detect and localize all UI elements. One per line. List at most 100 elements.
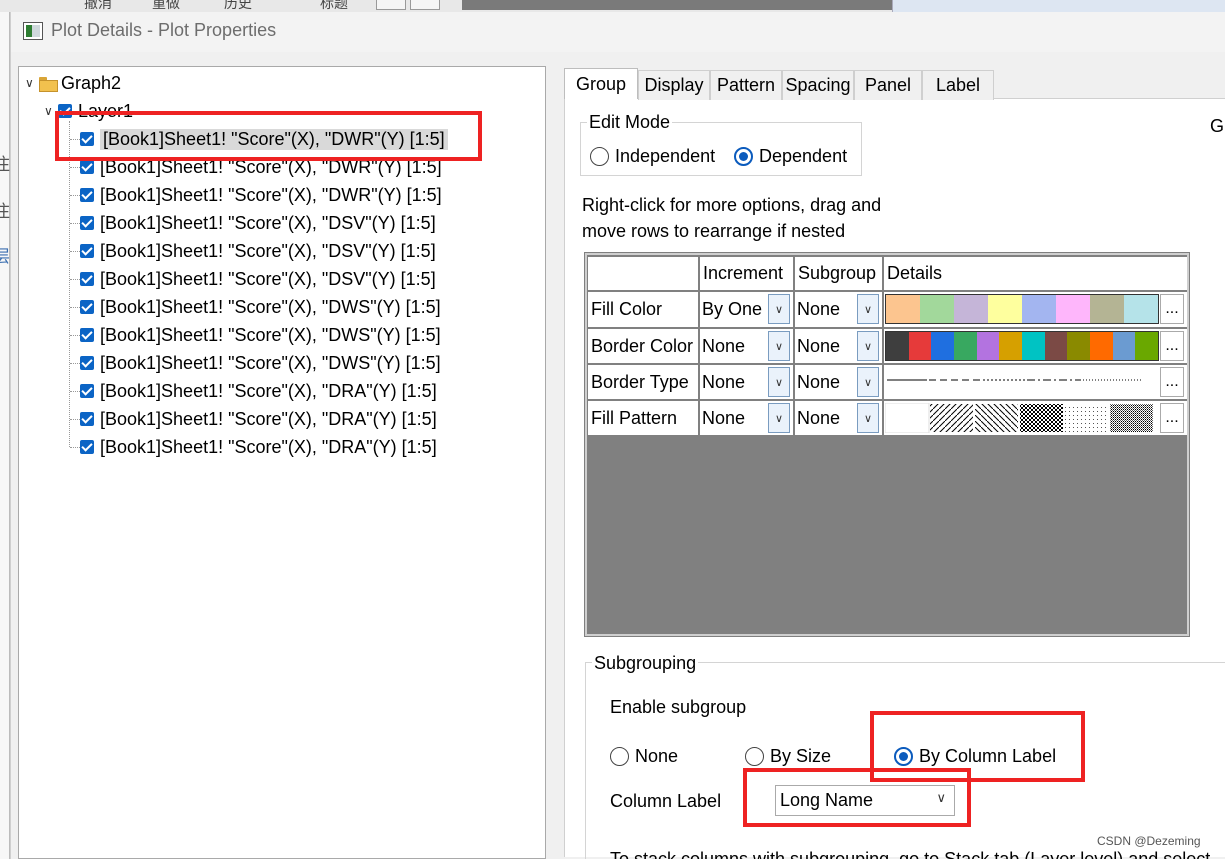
cut-off-label: Gr [1210,116,1225,136]
checkbox-checked-icon[interactable] [80,300,94,314]
tree-node-plot[interactable]: [Book1]Sheet1! "Score"(X), "DWS"(Y) [1:5… [80,350,441,376]
dropdown-chevron-icon[interactable]: ∨ [857,403,879,433]
bg-menu-history: 历史 [224,0,252,11]
subgroup-border-type[interactable]: None ∨ [795,365,882,399]
tab-panel[interactable]: Panel [854,70,922,100]
bg-toolbar-button [376,0,406,10]
radio-label: Independent [615,146,716,166]
radio-unselected-icon[interactable] [745,747,764,766]
radio-subgroup-by-size[interactable]: By Size [745,746,831,767]
grid-header-corner [588,257,698,290]
checkbox-checked-icon[interactable] [80,384,94,398]
checkbox-checked-icon[interactable] [80,412,94,426]
grid-header-subgroup: Subgroup [795,257,882,290]
color-swatch [1022,295,1056,323]
color-swatch [908,332,932,360]
tab-group[interactable]: Group [564,68,638,99]
bg-menu-title: 标题 [320,0,348,11]
tree-node-label: [Book1]Sheet1! "Score"(X), "DRA"(Y) [1:5… [100,408,437,429]
increment-fill-pattern[interactable]: None ∨ [700,401,793,435]
line-style-preview-icon [887,379,1141,381]
increment-border-type[interactable]: None ∨ [700,365,793,399]
tree-node-plot[interactable]: [Book1]Sheet1! "Score"(X), "DWS"(Y) [1:5… [80,294,441,320]
details-fill-color[interactable]: ... [884,292,1187,327]
color-swatch [1056,295,1090,323]
radio-dependent[interactable]: Dependent [734,146,847,167]
tree-node-label: [Book1]Sheet1! "Score"(X), "DRA"(Y) [1:5… [100,380,437,401]
checkbox-checked-icon[interactable] [80,440,94,454]
radio-subgroup-none[interactable]: None [610,746,678,767]
tree-node-plot[interactable]: [Book1]Sheet1! "Score"(X), "DSV"(Y) [1:5… [80,238,436,264]
row-label-fill-pattern: Fill Pattern [588,401,698,435]
subgrouping-label: Subgrouping [592,653,699,674]
cell-value: By One [702,299,763,319]
tree-node-plot[interactable]: [Book1]Sheet1! "Score"(X), "DRA"(Y) [1:5… [80,378,437,404]
radio-independent[interactable]: Independent [590,146,715,167]
ellipsis-button[interactable]: ... [1160,294,1184,324]
tree-node-plot[interactable]: [Book1]Sheet1! "Score"(X), "DSV"(Y) [1:5… [80,210,436,236]
ellipsis-button[interactable]: ... [1160,403,1184,433]
checkbox-checked-icon[interactable] [80,216,94,230]
tree-node-graph[interactable]: ∨ Graph2 [25,70,121,96]
radio-unselected-icon[interactable] [610,747,629,766]
tab-spacing[interactable]: Spacing [782,70,854,100]
color-swatch [1090,332,1113,360]
plot-tree-panel[interactable]: ∨ Graph2 ∨ Layer1 [Book1]Sheet1! "Score"… [18,66,546,859]
tab-pattern[interactable]: Pattern [710,70,782,100]
tree-node-label: [Book1]Sheet1! "Score"(X), "DSV"(Y) [1:5… [100,212,436,233]
edit-mode-label: Edit Mode [587,112,673,133]
tree-node-plot[interactable]: [Book1]Sheet1! "Score"(X), "DWS"(Y) [1:5… [80,322,441,348]
radio-label: None [635,746,679,766]
subgroup-fill-color[interactable]: None ∨ [795,292,882,327]
subgroup-fill-pattern[interactable]: None ∨ [795,401,882,435]
bg-pointer-button [410,0,440,10]
radio-label: By Size [770,746,832,766]
tab-display[interactable]: Display [638,70,710,100]
cell-value: None [797,335,841,356]
dropdown-chevron-icon[interactable]: ∨ [768,367,790,397]
dropdown-chevron-icon[interactable]: ∨ [768,403,790,433]
checkbox-checked-icon[interactable] [80,328,94,342]
dropdown-chevron-icon[interactable]: ∨ [768,294,790,324]
color-swatch [999,332,1023,360]
group-settings-grid[interactable]: Increment Subgroup Details Fill Color By… [584,252,1190,637]
tree-node-plot[interactable]: [Book1]Sheet1! "Score"(X), "DSV"(Y) [1:5… [80,266,436,292]
tree-node-plot[interactable]: [Book1]Sheet1! "Score"(X), "DWR"(Y) [1:5… [80,182,442,208]
tree-node-label: [Book1]Sheet1! "Score"(X), "DWS"(Y) [1:5… [100,352,441,373]
details-border-type[interactable]: ... [884,365,1187,399]
radio-selected-icon[interactable] [734,147,753,166]
details-border-color[interactable]: ... [884,329,1187,363]
background-toolbar-strip: 撤消 重做 历史 标题 [0,0,1225,12]
dropdown-chevron-icon[interactable]: ∨ [768,331,790,361]
tree-node-label: [Book1]Sheet1! "Score"(X), "DWS"(Y) [1:5… [100,296,441,317]
fill-color-swatches [885,294,1159,324]
checkbox-checked-icon[interactable] [80,244,94,258]
ellipsis-button[interactable]: ... [1160,367,1184,397]
dropdown-chevron-icon[interactable]: ∨ [857,294,879,324]
checkbox-checked-icon[interactable] [80,160,94,174]
bg-menu-redo: 重做 [152,0,180,11]
increment-fill-color[interactable]: By One ∨ [700,292,793,327]
tree-node-label: [Book1]Sheet1! "Score"(X), "DSV"(Y) [1:5… [100,240,436,261]
ellipsis-button[interactable]: ... [1160,331,1184,361]
tab-label[interactable]: Label [922,70,994,100]
collapse-chevron-icon[interactable]: ∨ [25,76,39,90]
title-bar[interactable]: Plot Details - Plot Properties [11,12,1225,52]
subgroup-border-color[interactable]: None ∨ [795,329,882,363]
details-fill-pattern[interactable]: ... [884,401,1187,435]
tree-node-plot[interactable]: [Book1]Sheet1! "Score"(X), "DRA"(Y) [1:5… [80,434,437,460]
bg-side-glyph: 层 [0,247,10,266]
radio-unselected-icon[interactable] [590,147,609,166]
tree-node-plot[interactable]: [Book1]Sheet1! "Score"(X), "DRA"(Y) [1:5… [80,406,437,432]
dropdown-chevron-icon[interactable]: ∨ [857,331,879,361]
bg-side-glyph: 注 [0,155,10,174]
annotation-highlight-box [55,111,482,161]
row-label-border-type: Border Type [588,365,698,399]
checkbox-checked-icon[interactable] [80,272,94,286]
color-swatch [886,332,909,360]
increment-border-color[interactable]: None ∨ [700,329,793,363]
checkbox-checked-icon[interactable] [80,188,94,202]
dropdown-chevron-icon[interactable]: ∨ [857,367,879,397]
checkbox-checked-icon[interactable] [80,356,94,370]
border-color-swatches [885,331,1159,361]
